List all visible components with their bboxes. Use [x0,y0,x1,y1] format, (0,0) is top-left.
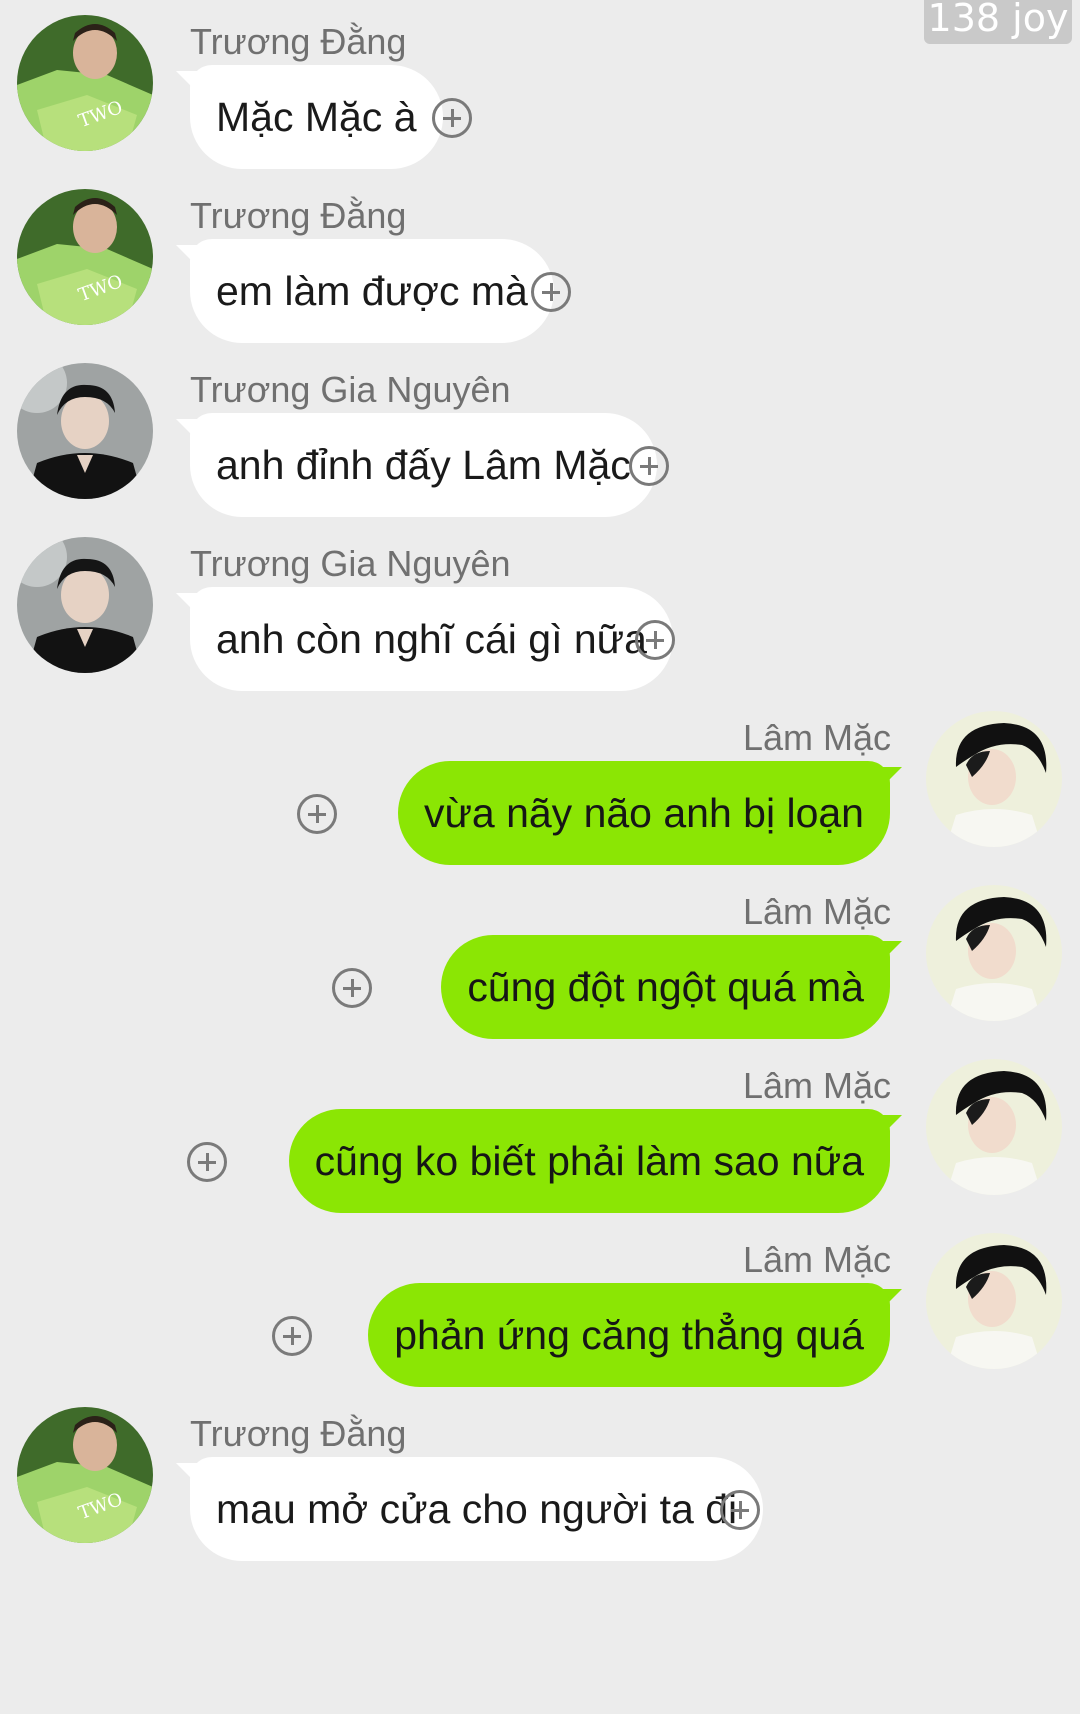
sender-name: Lâm Mặc [742,891,891,932]
message-bubble[interactable]: phản ứng căng thẳng quá [368,1283,890,1387]
avatar-truong-gia-nguyen[interactable] [17,363,153,499]
message-row: Trương Gia Nguyên anh còn nghĩ cái gì nữ… [0,537,1080,691]
plus-circle-icon[interactable] [297,794,337,834]
sender-name: Trương Đằng [190,195,407,236]
sender-name: Lâm Mặc [742,717,891,758]
sender-name: Trương Gia Nguyên [190,369,511,410]
message-bubble[interactable]: cũng ko biết phải làm sao nữa [288,1109,890,1213]
plus-circle-icon[interactable] [635,620,675,660]
plus-circle-icon[interactable] [187,1142,227,1182]
message-bubble[interactable]: cũng đột ngột quá mà [441,935,890,1039]
message-bubble[interactable]: anh còn nghĩ cái gì nữa [190,587,673,691]
sender-name: Lâm Mặc [742,1065,891,1106]
sender-name: Trương Đằng [190,1413,407,1454]
plus-circle-icon[interactable] [629,446,669,486]
avatar-lam-mac[interactable] [926,1233,1062,1369]
message-row: Trương Gia Nguyên anh đỉnh đấy Lâm Mặc [0,363,1080,517]
avatar-truong-dang[interactable]: TWO [17,189,153,325]
sender-name: Lâm Mặc [742,1239,891,1280]
plus-circle-icon[interactable] [432,98,472,138]
avatar-truong-dang[interactable]: TWO [17,1407,153,1543]
message-row: Lâm Mặc cũng đột ngột quá mà [0,885,1080,1039]
sender-name: Trương Gia Nguyên [190,543,511,584]
avatar-lam-mac[interactable] [926,711,1062,847]
message-bubble[interactable]: vừa nãy não anh bị loạn [397,761,890,865]
sender-name: Trương Đằng [190,21,407,62]
message-bubble[interactable]: anh đỉnh đấy Lâm Mặc [190,413,657,517]
plus-circle-icon[interactable] [272,1316,312,1356]
message-bubble[interactable]: Mặc Mặc à [190,65,443,169]
avatar-truong-dang[interactable]: TWO [17,15,153,151]
message-bubble[interactable]: mau mở cửa cho người ta đi [190,1457,764,1561]
message-row: Lâm Mặc phản ứng căng thẳng quá [0,1233,1080,1387]
message-row: TWO Trương Đằng mau mở cửa cho người ta … [0,1407,1080,1561]
avatar-lam-mac[interactable] [926,1059,1062,1195]
message-row: TWO Trương Đằng Mặc Mặc à [0,15,1080,169]
avatar-lam-mac[interactable] [926,885,1062,1021]
message-row: Lâm Mặc vừa nãy não anh bị loạn [0,711,1080,865]
plus-circle-icon[interactable] [720,1490,760,1530]
plus-circle-icon[interactable] [332,968,372,1008]
avatar-truong-gia-nguyen[interactable] [17,537,153,673]
message-row: TWO Trương Đằng em làm được mà [0,189,1080,343]
message-row: Lâm Mặc cũng ko biết phải làm sao nữa [0,1059,1080,1213]
plus-circle-icon[interactable] [531,272,571,312]
message-bubble[interactable]: em làm được mà [190,239,554,343]
